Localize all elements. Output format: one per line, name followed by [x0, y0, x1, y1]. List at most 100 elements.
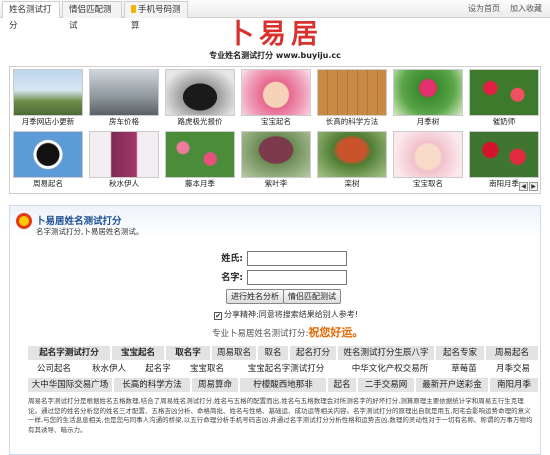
gallery-item[interactable]: 月季树: [393, 69, 463, 127]
keyword-link[interactable]: 起名: [328, 378, 356, 392]
keyword-row: 公司起名 秋水伊人 起名字 宝宝取名 宝宝起名字测试打分 中华文化产权交易所 草…: [28, 362, 538, 376]
gallery-caption: 月季网店小更新: [21, 117, 75, 126]
gallery-item[interactable]: 秋水伊人: [89, 131, 159, 189]
gallery-item[interactable]: 宝宝取名: [393, 131, 463, 189]
baby-photo-icon: [393, 131, 463, 178]
rv-photo-icon: [89, 69, 159, 116]
keyword-link[interactable]: 周易取名: [212, 346, 256, 360]
keyword-link[interactable]: 取名字: [166, 346, 210, 360]
gallery-caption: 秋水伊人: [109, 179, 139, 188]
baby-photo-icon: [241, 69, 311, 116]
gallery-item[interactable]: 栾树: [317, 131, 387, 189]
flowers-photo-icon: [469, 69, 539, 116]
surname-input[interactable]: [247, 251, 347, 266]
keyword-link[interactable]: 草莓苗: [444, 362, 484, 376]
name-test-panel: 卜易居姓名测试打分 名字测试打分,卜易居姓名测试。 姓氏: 名字: 进行姓名分析…: [9, 205, 541, 455]
phone-icon: [131, 5, 136, 13]
top-bar: 姓名测试打分 情侣匹配测试 手机号码测算 设为首页 加入收藏: [0, 0, 550, 31]
gallery-caption: 房车价格: [109, 117, 139, 126]
name-label: 名字:: [221, 273, 243, 283]
pagoda-photo-icon: [13, 69, 83, 116]
panel-header: 卜易居姓名测试打分 名字测试打分,卜易居姓名测试。: [10, 206, 540, 238]
gallery-item[interactable]: 催奶师: [469, 69, 539, 127]
plum-tree-photo-icon: [241, 131, 311, 178]
gallery-item[interactable]: 紫叶李: [241, 131, 311, 189]
keyword-link[interactable]: 起名字: [138, 362, 178, 376]
surname-label: 姓氏:: [221, 254, 243, 264]
gallery-item[interactable]: 周易起名: [13, 131, 83, 189]
keyword-link[interactable]: 大中华国际交易广场: [28, 378, 112, 392]
gallery-caption: 路虎极光报价: [177, 117, 223, 126]
gallery-item[interactable]: 路虎极光报价: [165, 69, 235, 127]
yin-yang-photo-icon: [13, 131, 83, 178]
keyword-link[interactable]: 周易算命: [192, 378, 238, 392]
site-logo-area: 卜易居 专业姓名测试打分 www.buyiju.cc: [0, 20, 550, 61]
keyword-row: 大中华国际交易广场 长高的科学方法 周易算命 柠檬酸西地那非 起名 二手交易网 …: [28, 378, 538, 392]
keyword-row: 起名字测试打分 宝宝起名 取名字 周易取名 取名 起名打分 姓名测试打分生辰八字…: [28, 346, 538, 360]
keyword-link[interactable]: 起名专家: [436, 346, 484, 360]
couple-match-button[interactable]: 情侣匹配测试: [283, 289, 341, 304]
keyword-link[interactable]: 起名打分: [290, 346, 336, 360]
keyword-link[interactable]: 最新开户送彩金: [416, 378, 488, 392]
keyword-link[interactable]: 南阳月季: [490, 378, 538, 392]
keyword-link[interactable]: 周易起名: [486, 346, 538, 360]
gallery-item[interactable]: 藤本月季: [165, 131, 235, 189]
keyword-link[interactable]: 月季交易: [488, 362, 538, 376]
fashion-photo-icon: [89, 131, 159, 178]
gallery-caption: 长高的科学方法: [325, 117, 379, 126]
gallery-caption: 催奶师: [492, 117, 516, 126]
gallery-caption: 栾树: [344, 179, 360, 188]
add-bookmark-link[interactable]: 加入收藏: [510, 4, 542, 13]
checkbox-checked-icon[interactable]: ✔: [214, 312, 222, 320]
keyword-link[interactable]: 取名: [258, 346, 288, 360]
gallery-item[interactable]: 房车价格: [89, 69, 159, 127]
keyword-link[interactable]: 中华文化产权交易所: [340, 362, 440, 376]
gallery-caption: 紫叶李: [264, 179, 288, 188]
share-checkbox-row[interactable]: ✔ 分享精神:同意将搜索结果给别人参考!: [214, 309, 358, 320]
panel-title: 卜易居姓名测试打分: [36, 216, 122, 227]
keyword-link[interactable]: 秋水伊人: [84, 362, 134, 376]
keyword-link[interactable]: 宝宝取名: [182, 362, 232, 376]
set-homepage-link[interactable]: 设为首页: [468, 4, 500, 13]
gallery-item[interactable]: 长高的科学方法: [317, 69, 387, 127]
analyze-name-button[interactable]: 进行姓名分析: [226, 289, 284, 304]
climbing-rose-photo-icon: [165, 131, 235, 178]
site-logo[interactable]: 卜易居: [0, 20, 550, 50]
gallery-caption: 宝宝起名: [261, 117, 291, 126]
keyword-link[interactable]: 公司起名: [28, 362, 80, 376]
prev-icon[interactable]: ◀: [519, 182, 528, 191]
gallery-caption: 藤本月季: [185, 179, 215, 188]
keyword-link[interactable]: 宝宝起名字测试打分: [236, 362, 336, 376]
site-emblem-icon: [16, 213, 32, 229]
tab-couple-match[interactable]: 情侣匹配测试: [62, 1, 122, 31]
red-rose-photo-icon: [469, 131, 539, 178]
keyword-link[interactable]: 宝宝起名: [112, 346, 164, 360]
tree-photo-icon: [317, 131, 387, 178]
next-icon[interactable]: ▶: [529, 182, 538, 191]
wish-text: 祝您好运。: [308, 326, 364, 339]
suv-photo-icon: [165, 69, 235, 116]
tab-phone-number[interactable]: 手机号码测算: [124, 1, 188, 31]
keyword-link[interactable]: 起名字测试打分: [28, 346, 110, 360]
site-slogan: 专业姓名测试打分 www.buyiju.cc: [209, 51, 341, 60]
keyword-link[interactable]: 柠檬酸西地那非: [240, 378, 326, 392]
keyword-link[interactable]: 姓名测试打分生辰八字: [338, 346, 434, 360]
floor-photo-icon: [317, 69, 387, 116]
gallery-item[interactable]: 宝宝起名: [241, 69, 311, 127]
keyword-link[interactable]: 二手交易网: [358, 378, 414, 392]
description-text: 周易名字测试打分是根据姓名五格数理,结合了周易姓名测试打分,姓名与五格的配置而出…: [28, 397, 533, 434]
name-input[interactable]: [247, 270, 347, 285]
recommend-prefix: 专业卜易居姓名测试打分:: [212, 329, 309, 339]
surname-row: 姓氏:: [10, 251, 540, 267]
gallery-controls: ◀ ▶: [518, 181, 538, 191]
tab-name-test[interactable]: 姓名测试打分: [2, 1, 60, 31]
top-links: 设为首页 加入收藏: [458, 3, 542, 14]
gallery-caption: 月季树: [416, 117, 440, 126]
name-row: 名字:: [10, 270, 540, 286]
share-text: 分享精神:同意将搜索结果给别人参考!: [224, 310, 358, 319]
keyword-link[interactable]: 长高的科学方法: [114, 378, 190, 392]
panel-subtitle: 名字测试打分,卜易居姓名测试。: [36, 227, 144, 236]
gallery-item[interactable]: 月季网店小更新: [13, 69, 83, 127]
rose-tree-photo-icon: [393, 69, 463, 116]
gallery-caption: 周易起名: [33, 179, 63, 188]
